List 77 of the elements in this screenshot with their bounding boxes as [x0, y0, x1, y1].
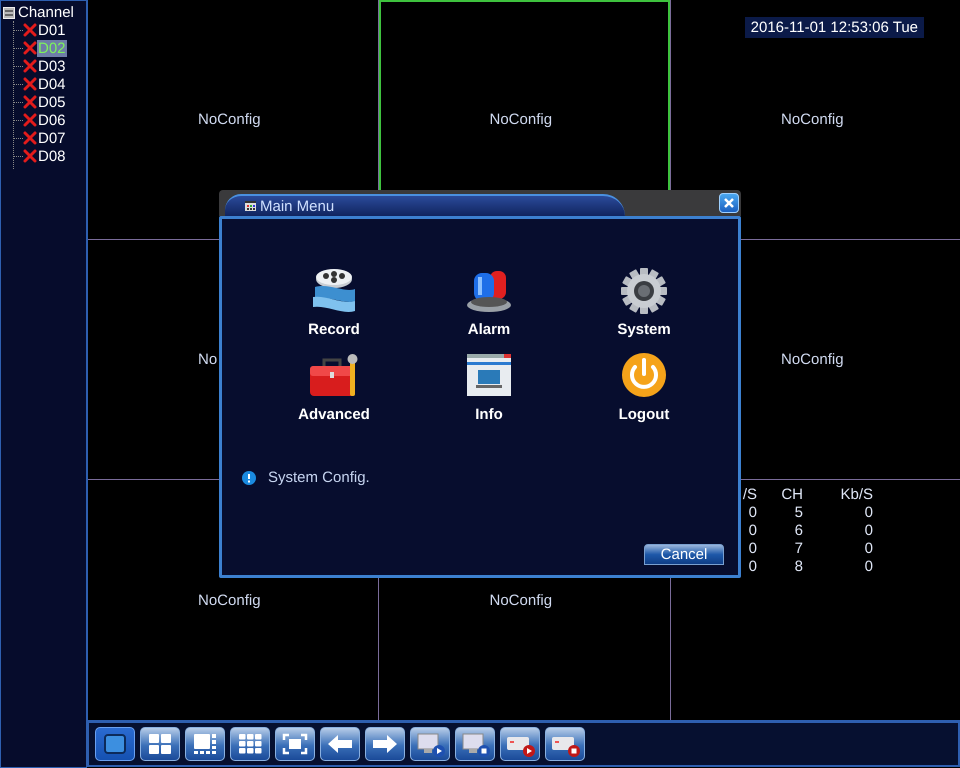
cancel-button[interactable]: Cancel — [644, 544, 724, 565]
menu-item[interactable]: Alarm — [414, 267, 564, 338]
recorder-stop-icon — [552, 737, 580, 757]
single-view-icon — [104, 734, 126, 754]
cell-status: NoConfig — [490, 592, 554, 608]
menu-item[interactable]: System — [569, 267, 719, 338]
toolbar-button[interactable] — [500, 727, 540, 761]
cell-status: NoConfig — [781, 111, 845, 128]
cell-status: No — [198, 351, 218, 368]
menu-item[interactable]: Info — [414, 352, 564, 423]
column-header: CH — [780, 486, 803, 503]
toolbar-button[interactable] — [410, 727, 450, 761]
cell-status: NoConfig — [781, 351, 845, 368]
folder-icon — [3, 6, 15, 18]
info-icon — [242, 470, 256, 484]
toolbar-button[interactable] — [545, 727, 585, 761]
fullscreen-icon — [282, 734, 308, 754]
stats-cell-text: 0 — [864, 504, 873, 521]
cell-status: NoConfig — [490, 111, 554, 128]
stats-cell-text: 0 — [748, 558, 757, 575]
cell-status: NoConfig — [198, 592, 262, 608]
column-header: Kb/S — [839, 486, 873, 503]
left-arrow-icon — [328, 735, 352, 753]
cross-icon — [23, 113, 37, 127]
toolbar-button[interactable] — [275, 727, 315, 761]
monitor-stop-icon — [462, 734, 490, 757]
channel-item[interactable]: D04 — [37, 76, 67, 92]
stats-cell-text: 8 — [794, 558, 803, 575]
channel-item[interactable]: D01 — [37, 22, 67, 38]
right-arrow-icon — [373, 735, 397, 753]
stats-cell-text: 0 — [864, 540, 873, 557]
menu-item[interactable]: Record — [259, 267, 409, 338]
cross-icon — [23, 149, 37, 163]
power-icon — [619, 352, 669, 400]
stats-cell-text: 0 — [864, 522, 873, 539]
eight-view-icon — [194, 734, 216, 754]
cross-icon — [23, 77, 37, 91]
column-header: /S — [742, 486, 757, 503]
hint-text: System Config. — [268, 469, 370, 486]
cross-icon — [23, 131, 37, 145]
channel-item[interactable]: D05 — [37, 94, 67, 110]
channel-item[interactable]: D03 — [37, 58, 67, 74]
menu-item[interactable]: Logout — [569, 352, 719, 423]
channel-title: Channel — [18, 4, 74, 21]
nine-view-icon — [239, 734, 262, 754]
close-icon — [724, 198, 734, 208]
stats-cell-text: 0 — [864, 558, 873, 575]
cross-icon — [23, 41, 37, 55]
dialog-title: Main Menu — [260, 198, 334, 214]
toolbar-button[interactable] — [185, 727, 225, 761]
toolbar-button[interactable] — [365, 727, 405, 761]
channel-item[interactable]: D08 — [37, 148, 67, 164]
toolbar-button[interactable] — [455, 727, 495, 761]
toolbar-button[interactable] — [95, 727, 135, 761]
recorder-play-icon — [507, 737, 535, 757]
stats-cell-text: 6 — [794, 522, 803, 539]
stats-cell-text: 0 — [748, 522, 757, 539]
stats-cell-text: 0 — [748, 504, 757, 521]
toolbar-button[interactable] — [320, 727, 360, 761]
cross-icon — [23, 95, 37, 109]
cell-status: NoConfig — [198, 111, 262, 128]
channel-item[interactable]: D06 — [37, 112, 67, 128]
stats-cell-text: 0 — [748, 540, 757, 557]
menu-item[interactable]: Advanced — [259, 352, 409, 423]
monitor-play-icon — [418, 734, 445, 757]
gear-icon — [619, 267, 669, 315]
grid-icon — [245, 201, 256, 211]
cross-icon — [23, 59, 37, 73]
quad-view-icon — [149, 734, 171, 754]
cross-icon — [23, 23, 37, 37]
channel-item[interactable]: D07 — [37, 130, 67, 146]
toolbar-button[interactable] — [140, 727, 180, 761]
toolbar-button[interactable] — [230, 727, 270, 761]
close-button[interactable] — [719, 193, 739, 213]
stats-cell-text: 5 — [794, 504, 803, 521]
stats-cell-text: 7 — [794, 540, 803, 557]
date-time: 2016-11-01 12:53:06 Tue — [744, 17, 924, 38]
